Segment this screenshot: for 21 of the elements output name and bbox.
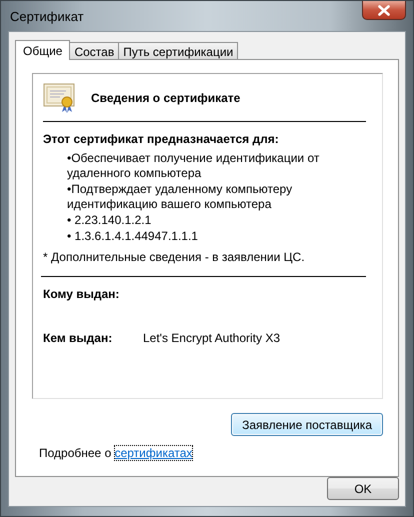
issuer-statement-button[interactable]: Заявление поставщика <box>231 413 383 436</box>
info-heading: Сведения о сертификате <box>91 90 240 104</box>
window-title: Сертификат <box>9 8 84 24</box>
tab[interactable]: Общие <box>15 40 70 60</box>
ok-button[interactable]: OK <box>327 477 399 500</box>
purpose-item: • 2.23.140.1.2.1 <box>67 213 152 228</box>
issued-to-label: Кому выдан: <box>43 287 120 301</box>
note-text: * Дополнительные сведения - в заявлении ЦС. <box>43 250 306 264</box>
purpose-item: •Подтверждает удаленному компьютеру идентификацию вашего компьютера <box>67 182 294 212</box>
purpose-title: Этот сертификат предназначается для: <box>43 132 280 146</box>
close-icon <box>378 4 390 16</box>
issued-by-value: Let's Encrypt Authority X3 <box>143 331 280 345</box>
issued-by-label: Кем выдан: <box>43 331 114 345</box>
tab[interactable]: Состав <box>69 42 120 59</box>
certificate-icon <box>43 82 77 112</box>
certificates-link[interactable]: сертификатах <box>114 446 192 460</box>
purpose-item: • 1.3.6.1.4.1.44947.1.1.1 <box>67 229 199 244</box>
close-button[interactable] <box>362 1 406 20</box>
purpose-item: •Обеспечивает получение идентификации от удаленного компьютера <box>67 151 320 181</box>
tab[interactable]: Путь сертификации <box>118 42 238 59</box>
learn-more-text: Подробнее о <box>39 446 112 460</box>
